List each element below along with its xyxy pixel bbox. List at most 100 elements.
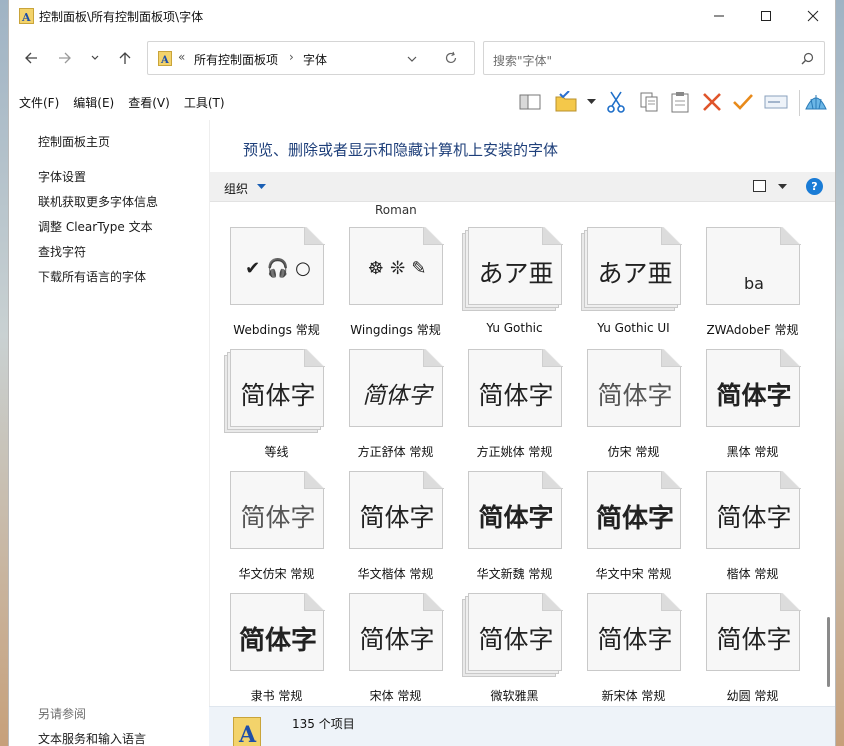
forward-button[interactable]: [53, 46, 77, 70]
font-preview-sample: 简体字: [240, 505, 316, 532]
refresh-icon[interactable]: [444, 51, 458, 65]
shell-icon: [805, 95, 827, 110]
font-name-label: 华文新魏 常规: [476, 567, 553, 581]
page-fold-corner: [542, 227, 563, 245]
arrow-up-icon: [119, 52, 131, 64]
vertical-scrollbar[interactable]: [822, 203, 835, 706]
font-item[interactable]: 简体字华文仿宋 常规: [217, 467, 336, 589]
font-item[interactable]: あア亜 Yu Gothic: [455, 223, 574, 345]
menu-bar: 文件(F) 编辑(E) 查看(V) 工具(T): [19, 94, 225, 111]
font-item[interactable]: 简体字 华文中宋 常规: [574, 467, 693, 589]
font-name-label: Yu Gothic UI: [597, 321, 670, 335]
chevron-down-icon: [91, 55, 99, 60]
breadcrumb-fonts[interactable]: 字体: [303, 51, 327, 68]
font-item[interactable]: 简体字 华文楷体 常规: [336, 467, 455, 589]
organize-button[interactable]: 组织: [224, 180, 248, 197]
fonts-folder-icon: A: [19, 8, 34, 24]
overflow-chevron[interactable]: «: [178, 50, 185, 64]
properties-dropdown[interactable]: [584, 89, 598, 115]
paste-button[interactable]: [667, 89, 693, 115]
font-name-label: 新宋体 常规: [601, 689, 666, 703]
font-name-label: 隶书 常规: [250, 689, 303, 703]
arrow-right-icon: [59, 52, 71, 64]
page-fold-corner: [423, 349, 444, 367]
sidebar-cleartype-link[interactable]: 调整 ClearType 文本: [38, 218, 153, 235]
search-input[interactable]: 搜索"字体": [493, 52, 552, 69]
chevron-right-icon[interactable]: ›: [289, 50, 294, 64]
up-button[interactable]: [113, 46, 137, 70]
font-preview-sample: ba: [744, 274, 764, 293]
font-item[interactable]: 简体字 幼圆 常规: [693, 589, 812, 706]
page-fold-corner: [304, 593, 325, 611]
copy-button[interactable]: [636, 89, 662, 115]
recent-locations-button[interactable]: [83, 46, 107, 70]
sidebar-more-font-info-link[interactable]: 联机获取更多字体信息: [38, 193, 158, 210]
sidebar-text-services-link[interactable]: 文本服务和输入语言: [38, 730, 146, 746]
font-item[interactable]: ✔ 🎧 ○ Webdings 常规: [217, 223, 336, 345]
font-name-label: 方正舒体 常规: [357, 445, 434, 459]
apply-button[interactable]: [730, 89, 756, 115]
font-preview-sample: 简体字: [595, 504, 674, 534]
chevron-down-icon[interactable]: [406, 53, 418, 65]
font-preview-sample: あア亜: [597, 259, 673, 288]
help-icon[interactable]: ?: [806, 178, 823, 195]
properties-button[interactable]: [553, 89, 579, 115]
back-button[interactable]: [19, 46, 43, 70]
page-fold-corner: [780, 349, 801, 367]
font-item[interactable]: 简体字 等线: [217, 345, 336, 467]
font-name-label: 华文仿宋 常规: [238, 567, 315, 581]
menu-view[interactable]: 查看(V): [128, 94, 170, 111]
preview-pane-button[interactable]: [517, 89, 543, 115]
caret-down-icon[interactable]: [778, 184, 787, 190]
font-name-label: 方正姚体 常规: [476, 445, 553, 459]
sidebar-download-fonts-link[interactable]: 下载所有语言的字体: [38, 268, 146, 285]
feedback-button[interactable]: [803, 89, 829, 115]
page-fold-corner: [661, 349, 682, 367]
font-item[interactable]: 简体字 方正姚体 常规: [455, 345, 574, 467]
font-item[interactable]: ☸ ❊ ✎ Wingdings 常规: [336, 223, 455, 345]
menu-tools[interactable]: 工具(T): [184, 94, 225, 111]
menu-edit[interactable]: 编辑(E): [73, 94, 114, 111]
view-options-icon[interactable]: [752, 179, 768, 193]
font-item[interactable]: 简体字 隶书 常规: [217, 589, 336, 706]
breadcrumb-all-items[interactable]: 所有控制面板项: [194, 51, 278, 68]
address-bar[interactable]: A « 所有控制面板项 › 字体: [147, 41, 475, 75]
font-name-label: 宋体 常规: [369, 689, 422, 703]
font-name-label: ZWAdobeF 常规: [706, 323, 799, 337]
maximize-button[interactable]: [743, 0, 789, 32]
font-name-label: Yu Gothic: [486, 321, 543, 335]
sidebar-font-settings-link[interactable]: 字体设置: [38, 168, 86, 185]
font-preview-sample: 简体字: [359, 625, 435, 654]
font-item[interactable]: 简体字 华文新魏 常规: [455, 467, 574, 589]
font-preview-sample: 简体字: [716, 625, 792, 654]
minimize-button[interactable]: [696, 0, 742, 32]
scrollbar-thumb[interactable]: [827, 617, 830, 687]
font-item[interactable]: 简体字 宋体 常规: [336, 589, 455, 706]
page-fold-corner: [423, 471, 444, 489]
font-item[interactable]: 简体字 仿宋 常规: [574, 345, 693, 467]
svg-text:A: A: [21, 11, 31, 24]
font-item[interactable]: 简体字 新宋体 常规: [574, 589, 693, 706]
item-count: 135 个项目: [292, 717, 355, 731]
menu-file[interactable]: 文件(F): [19, 94, 59, 111]
font-item[interactable]: 简体字 微软雅黑: [455, 589, 574, 706]
font-item-label[interactable]: Roman: [375, 203, 417, 217]
caret-down-icon[interactable]: [257, 184, 266, 190]
rename-button[interactable]: [763, 89, 789, 115]
font-item[interactable]: ba ZWAdobeF 常规: [693, 223, 812, 345]
font-item[interactable]: あア亜 Yu Gothic UI: [574, 223, 693, 345]
search-icon[interactable]: [801, 52, 814, 65]
sidebar-find-character-link[interactable]: 查找字符: [38, 243, 86, 260]
font-item[interactable]: 简体字 黑体 常规: [693, 345, 812, 467]
search-box[interactable]: 搜索"字体": [483, 41, 825, 75]
sidebar-home-link[interactable]: 控制面板主页: [38, 133, 110, 150]
cut-button[interactable]: [603, 89, 629, 115]
font-preview-sample: 简体字: [478, 625, 554, 654]
page-fold-corner: [661, 593, 682, 611]
font-item[interactable]: 简体字 方正舒体 常规: [336, 345, 455, 467]
page-fold-corner: [542, 349, 563, 367]
font-item[interactable]: 简体字 楷体 常规: [693, 467, 812, 589]
delete-button[interactable]: [699, 89, 725, 115]
explorer-window: A 控制面板\所有控制面板项\字体 A « 所有控制面板项 › 字体 搜索"字体…: [8, 0, 836, 746]
close-button[interactable]: [790, 0, 835, 32]
